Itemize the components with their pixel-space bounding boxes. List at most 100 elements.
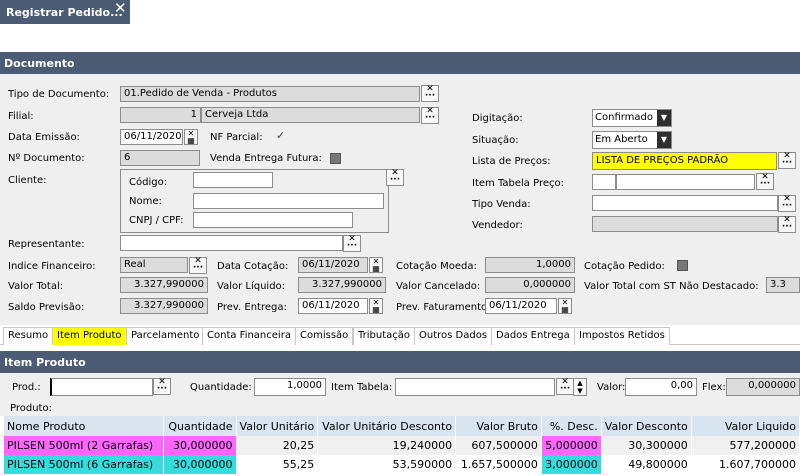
indice-financeiro-lookup-button[interactable]: ✕ ··· xyxy=(189,257,207,274)
valor-total-field[interactable]: 3.327,990000 xyxy=(120,277,208,293)
cell-valor-unitario: 20,25 xyxy=(236,436,319,455)
col-valor-unitario-desconto[interactable]: Valor Unitário Desconto xyxy=(317,416,457,436)
nf-parcial-label: NF Parcial: xyxy=(210,132,263,143)
subtab-strip: Resumo Item Produto Parcelamento Conta F… xyxy=(0,325,800,345)
prev-faturamento-field[interactable]: 06/11/2020 xyxy=(485,298,557,314)
tipo-venda-field[interactable] xyxy=(592,195,778,211)
quantidade-field[interactable]: 1,0000 xyxy=(254,378,326,396)
venda-entrega-futura-checkbox[interactable] xyxy=(330,153,341,164)
tab-parcelamento[interactable]: Parcelamento xyxy=(126,327,205,345)
indice-financeiro-field[interactable]: Real xyxy=(120,257,188,273)
cotacao-moeda-field[interactable]: 1,0000 xyxy=(485,257,575,273)
cell-valor-unitario-desconto: 19,240000 xyxy=(317,436,457,455)
lista-precos-field[interactable]: LISTA DE PREÇOS PADRÃO xyxy=(592,152,777,170)
item-produto-header: Item Produto xyxy=(0,351,800,373)
prev-faturamento-calendar-icon[interactable]: ✕ ▦ xyxy=(558,298,572,314)
col-valor-bruto[interactable]: Valor Bruto xyxy=(455,416,542,436)
cliente-codigo-field[interactable] xyxy=(193,172,273,188)
item-tabela-field[interactable] xyxy=(395,378,555,396)
document-tab-strip: Registrar Pedido... ✕ xyxy=(0,0,800,24)
data-emissao-label: Data Emissão: xyxy=(8,132,80,143)
valor-cancelado-label: Valor Cancelado: xyxy=(396,281,481,292)
filial-lookup-button[interactable]: ✕ ··· xyxy=(421,107,439,124)
data-cotacao-field[interactable]: 06/11/2020 xyxy=(298,257,368,273)
valor-cancelado-field[interactable]: 0,000000 xyxy=(485,277,575,293)
prod-label: Prod.: xyxy=(12,382,41,393)
quantidade-label: Quantidade: xyxy=(190,382,252,393)
tipo-documento-field[interactable]: 01.Pedido de Venda - Produtos xyxy=(120,86,420,102)
table-row[interactable]: PILSEN 500ml (2 Garrafas) 30,000000 20,2… xyxy=(4,436,800,455)
tab-outros-dados[interactable]: Outros Dados xyxy=(414,327,493,345)
prev-faturamento-label: Prev. Faturamento: xyxy=(396,302,491,313)
col-nome-produto[interactable]: Nome Produto xyxy=(4,416,164,436)
saldo-previsao-field[interactable]: 3.327,990000 xyxy=(120,298,208,314)
lista-precos-lookup-button[interactable]: ✕ ··· xyxy=(778,152,796,169)
item-tabela-preco-lookup-button[interactable]: ✕ ··· xyxy=(756,173,774,190)
representante-field[interactable] xyxy=(120,235,343,251)
tab-registrar-pedido[interactable]: Registrar Pedido... ✕ xyxy=(0,0,130,24)
prev-entrega-field[interactable]: 06/11/2020 xyxy=(298,298,368,314)
valor-liquido-field[interactable]: 3.327,990000 xyxy=(298,277,386,293)
item-tabela-lookup-button[interactable]: ✕ ··· xyxy=(556,378,574,395)
data-emissao-field[interactable]: 06/11/2020 xyxy=(120,129,183,145)
col-perc-desc[interactable]: %. Desc. xyxy=(541,416,602,436)
col-valor-desconto[interactable]: Valor Desconto xyxy=(601,416,692,436)
col-quantidade[interactable]: Quantidade xyxy=(163,416,237,436)
cell-perc-desc: 3,000000 xyxy=(541,455,602,474)
tab-impostos-retidos[interactable]: Impostos Retidos xyxy=(574,327,670,345)
representante-lookup-button[interactable]: ✕ ··· xyxy=(343,235,361,252)
situacao-select[interactable]: Em Aberto ▼ xyxy=(592,131,672,149)
cliente-lookup-button[interactable]: ✕ ··· xyxy=(386,169,404,186)
tipo-venda-label: Tipo Venda: xyxy=(472,199,531,210)
table-row[interactable]: PILSEN 500ml (6 Garrafas) 30,000000 55,2… xyxy=(4,455,800,474)
tab-comissao[interactable]: Comissão xyxy=(295,327,354,345)
valor-total-st-field[interactable]: 3.3 xyxy=(766,277,800,293)
tab-dados-entrega[interactable]: Dados Entrega xyxy=(491,327,575,345)
valor-total-label: Valor Total: xyxy=(8,281,64,292)
vendedor-label: Vendedor: xyxy=(472,220,523,231)
cell-valor-bruto: 607,500000 xyxy=(455,436,542,455)
tab-tributacao[interactable]: Tributação xyxy=(353,327,416,345)
item-tabela-preco-code-field[interactable] xyxy=(592,174,616,190)
cell-valor-desconto: 49,800000 xyxy=(601,455,692,474)
venda-entrega-futura-label: Venda Entrega Futura: xyxy=(210,153,322,164)
close-icon[interactable]: ✕ xyxy=(114,0,127,17)
prev-entrega-label: Prev. Entrega: xyxy=(217,302,287,313)
data-emissao-calendar-icon[interactable]: ✕ ▦ xyxy=(184,129,198,145)
data-cotacao-calendar-icon[interactable]: ✕ ▦ xyxy=(369,257,383,273)
filial-name-field[interactable]: Cerveja Ltda xyxy=(201,107,420,123)
prev-entrega-calendar-icon[interactable]: ✕ ▦ xyxy=(369,298,383,314)
tipo-documento-label: Tipo de Documento: xyxy=(8,89,110,100)
item-tabela-preco-name-field[interactable] xyxy=(616,174,755,190)
nf-parcial-checkbox[interactable]: ✓ xyxy=(275,130,286,142)
produto-label: Produto: xyxy=(10,403,52,414)
prod-field[interactable] xyxy=(50,378,153,396)
cliente-cnpj-field[interactable] xyxy=(193,212,353,228)
lista-precos-label: Lista de Preços: xyxy=(472,156,551,167)
vendedor-lookup-button[interactable]: ✕ ··· xyxy=(778,216,796,233)
tab-resumo[interactable]: Resumo xyxy=(3,327,54,345)
col-valor-liquido[interactable]: Valor Liquido xyxy=(691,416,800,436)
tab-item-produto[interactable]: Item Produto xyxy=(52,327,127,345)
col-valor-unitario[interactable]: Valor Unitário xyxy=(236,416,319,436)
flex-label: Flex: xyxy=(702,382,726,393)
item-tabela-spinner[interactable]: ▲ ▼ xyxy=(573,378,587,396)
prod-lookup-button[interactable]: ✕ ··· xyxy=(153,378,171,395)
cotacao-pedido-label: Cotação Pedido: xyxy=(584,261,665,272)
valor-field[interactable]: 0,00 xyxy=(625,378,697,396)
data-cotacao-label: Data Cotação: xyxy=(217,261,289,272)
chevron-down-icon: ▼ xyxy=(657,110,671,126)
cell-valor-unitario: 55,25 xyxy=(236,455,319,474)
cliente-nome-field[interactable] xyxy=(193,193,384,209)
tipo-venda-lookup-button[interactable]: ✕ ··· xyxy=(778,195,796,212)
filial-code-field[interactable]: 1 xyxy=(120,107,201,123)
indice-financeiro-label: Indice Financeiro: xyxy=(8,261,96,272)
vendedor-field[interactable] xyxy=(592,216,778,232)
cell-perc-desc: 5,000000 xyxy=(541,436,602,455)
tipo-documento-lookup-button[interactable]: ✕ ··· xyxy=(421,85,439,102)
digitacao-select[interactable]: Confirmado ▼ xyxy=(592,109,672,127)
n-documento-field[interactable]: 6 xyxy=(120,150,200,166)
flex-field[interactable]: 0,000000 xyxy=(726,378,800,396)
tab-conta-financeira[interactable]: Conta Financeira xyxy=(202,327,296,345)
cotacao-pedido-checkbox[interactable] xyxy=(677,260,688,271)
